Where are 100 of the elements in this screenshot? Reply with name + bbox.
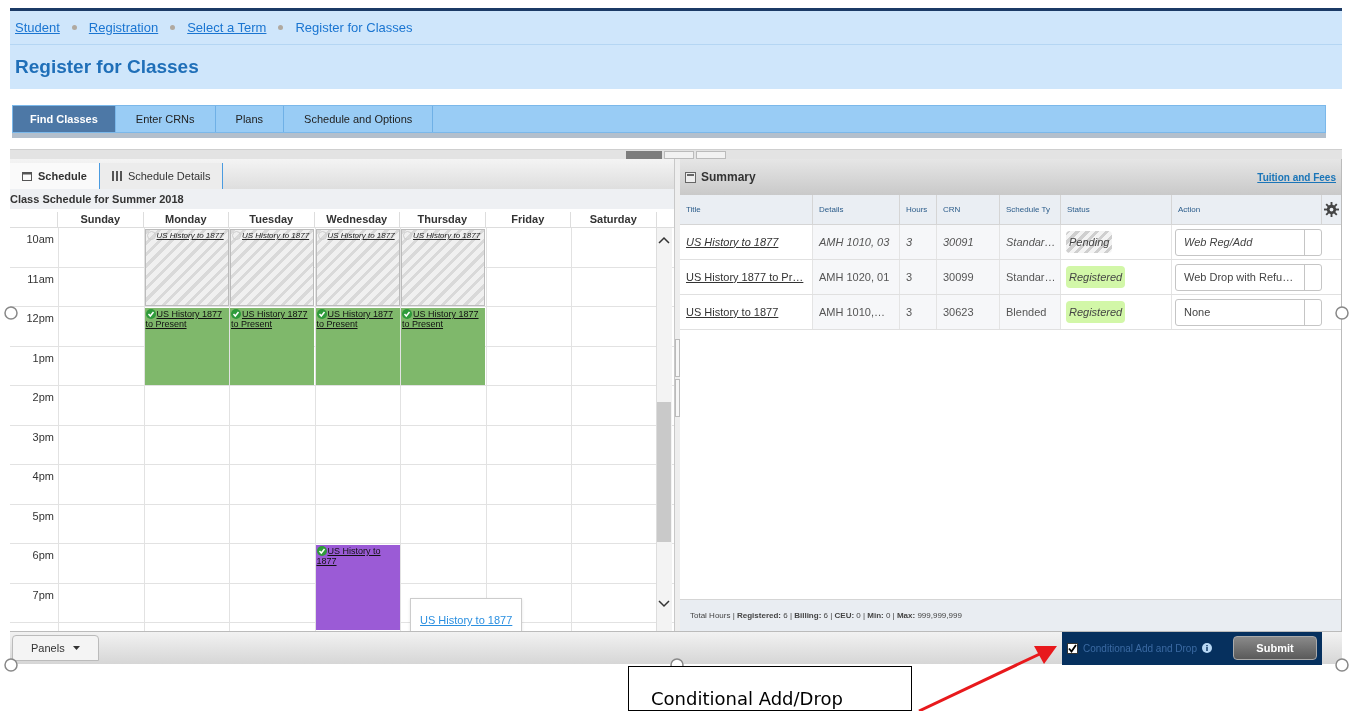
pending-icon [317, 231, 327, 240]
selection-handle-icon [4, 658, 18, 672]
check-icon [145, 309, 156, 319]
expand-button[interactable] [696, 151, 726, 159]
breadcrumb-link[interactable]: Student [15, 17, 60, 38]
column-header: CRN [943, 203, 961, 216]
day-header: Thursday [417, 212, 467, 228]
summary-icon [685, 171, 696, 183]
time-label: 10am [26, 232, 54, 247]
column-header: Action [1178, 203, 1201, 216]
schedule-tab[interactable]: Schedule [10, 163, 100, 189]
column-header: Schedule Ty [1006, 203, 1050, 216]
tab[interactable]: Plans [215, 106, 285, 132]
event-block[interactable]: US History 1877 to Present [315, 308, 400, 385]
table-cell-text: Standar… [1006, 269, 1056, 285]
event-link[interactable]: US History 1877 to Present [402, 309, 484, 329]
course-link[interactable]: US History to 1877 [686, 303, 779, 321]
panels-button[interactable]: Panels [12, 635, 99, 661]
table-cell-text: AMH 1010, 03 [819, 234, 890, 250]
checkbox[interactable] [1067, 642, 1078, 654]
table-cell-text: AMH 1020, 01 [819, 269, 890, 285]
breadcrumb-link[interactable]: Select a Term [187, 17, 267, 38]
settings-icon[interactable] [1324, 202, 1339, 217]
event-link[interactable]: US History to 1877 [316, 546, 399, 566]
collapse-right-handle[interactable] [675, 379, 680, 417]
breadcrumb-link[interactable]: Registration [88, 17, 159, 38]
scroll-down-icon[interactable] [658, 600, 670, 608]
time-label: 3pm [32, 429, 54, 445]
table-cell-text: Blended [1006, 304, 1047, 320]
schedule-heading: Class Schedule for Summer 2018 [10, 191, 184, 207]
pending-icon [146, 231, 156, 240]
tab[interactable]: Enter CRNs [115, 106, 216, 132]
table-cell-text: 30099 [943, 269, 974, 285]
event-link[interactable]: US History to 1877 [232, 231, 312, 241]
pending-icon [232, 231, 241, 240]
column-header: Title [686, 203, 701, 216]
course-link[interactable]: US History 1877 to Pr… [686, 268, 804, 286]
tab[interactable]: Schedule and Options [284, 106, 434, 132]
event-block[interactable]: US History to 1877 [230, 229, 314, 306]
action-dropdown[interactable]: Web Drop with Refu… [1175, 263, 1322, 291]
table-cell-text: 3 [906, 304, 913, 320]
table-cell-text: 30091 [943, 234, 974, 250]
event-block[interactable]: US History to 1877 [144, 229, 229, 306]
list-icon [111, 171, 122, 181]
panel-title: Summary [701, 169, 756, 186]
table-cell-text: AMH 1010,… [819, 304, 886, 320]
time-label: 7pm [32, 587, 54, 603]
status-badge: Registered [1066, 300, 1126, 324]
event-link[interactable]: US History 1877 to Present [145, 309, 228, 329]
course-link[interactable]: US History to 1877 [686, 233, 779, 251]
info-icon[interactable] [1202, 643, 1212, 653]
check-icon [316, 546, 327, 556]
totals-text: Total Hours | Registered: 6 | Billing: 6 | CEU: 0 | Min: 0 | Max: 999,999,999 [690, 609, 962, 622]
time-label: 2pm [32, 390, 54, 405]
status-badge: Pending [1066, 230, 1113, 254]
event-block[interactable]: US History 1877 to Present [144, 308, 229, 385]
table-cell-text: 30623 [943, 304, 974, 320]
event-block[interactable]: US History 1877 to Present [401, 308, 485, 385]
event-link[interactable]: US History 1877 to Present [231, 309, 313, 329]
action-dropdown[interactable]: None [1175, 298, 1322, 326]
day-header: Wednesday [326, 212, 388, 228]
event-link[interactable]: US History 1877 to Present [316, 309, 399, 329]
day-header: Sunday [80, 212, 121, 228]
check-icon [231, 309, 241, 319]
scroll-up-icon[interactable] [658, 236, 670, 244]
tab[interactable]: Find Classes [13, 106, 116, 132]
callout-text: Conditional Add/Drop [651, 688, 843, 709]
time-label: 1pm [32, 350, 54, 366]
event-block[interactable]: US History 1877 to Present [230, 308, 314, 385]
selection-handle-icon [1335, 658, 1349, 672]
checkbox-label: Conditional Add and Drop [1083, 641, 1197, 656]
event-link[interactable]: US History to 1877 [317, 231, 398, 241]
submit-button[interactable]: Submit [1233, 636, 1317, 660]
caret-icon [72, 646, 80, 650]
column-header: Status [1067, 203, 1090, 216]
column-header: Details [819, 203, 844, 216]
event-block[interactable]: US History to 1877 [315, 545, 400, 630]
pending-icon [403, 231, 412, 240]
day-header: Saturday [589, 212, 637, 228]
event-link[interactable]: US History to 1877 [403, 231, 483, 241]
action-dropdown[interactable]: Web Reg/Add [1175, 228, 1322, 256]
schedule-tab[interactable]: Schedule Details [99, 163, 224, 189]
collapse-left-handle[interactable] [675, 339, 680, 377]
event-link[interactable]: US History to 1877 [146, 231, 227, 241]
table-cell-text: 3 [906, 234, 913, 250]
calendar-icon [22, 171, 32, 181]
event-block[interactable]: US History to 1877 [401, 229, 485, 306]
time-label: 6pm [32, 548, 54, 563]
selection-handle-icon [4, 306, 18, 320]
selection-handle-icon [1335, 306, 1349, 320]
collapse-button[interactable] [626, 151, 662, 159]
table-cell-text: 3 [906, 269, 913, 285]
day-header: Monday [164, 212, 207, 228]
time-label: 5pm [32, 508, 54, 524]
center-button[interactable] [664, 151, 694, 159]
tooltip-link[interactable]: US History to 1877 [420, 614, 513, 626]
event-block[interactable]: US History to 1877 [315, 229, 400, 306]
breadcrumb-current: Register for Classes [295, 18, 413, 37]
time-label: 4pm [32, 469, 54, 484]
day-header: Friday [511, 212, 545, 228]
